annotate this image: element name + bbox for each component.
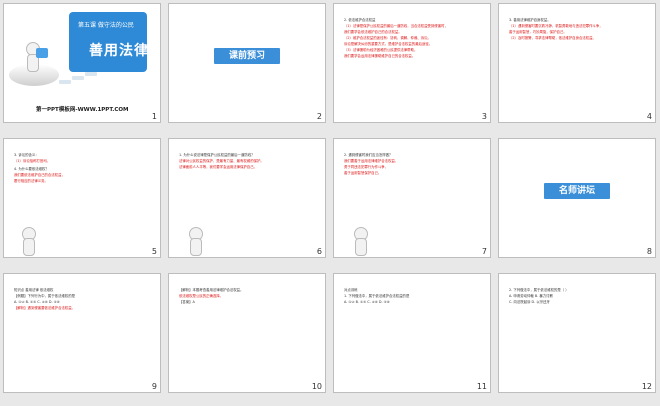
slide-number: 6 xyxy=(316,247,322,256)
cover-title: 善用法律 xyxy=(89,43,149,59)
step-decoration xyxy=(85,72,97,76)
slide-number: 5 xyxy=(151,247,157,256)
slide-text-line: 诉讼是解决纠纷的重要方式，是维护合法权益的最后途径。 xyxy=(344,42,433,46)
slide-text-line: 2. 依法维护合法权益 xyxy=(344,18,376,22)
slide-text-line: 2. 下列做法中，属于依法维权的是（ ） xyxy=(509,288,569,292)
figure-body-decoration xyxy=(23,238,35,256)
slide-text-line: 我们要学会运用法律援助维护自己的合法权益。 xyxy=(344,54,416,58)
slide-text-line: 4. 为什么要依法维权？ xyxy=(14,167,49,171)
slide-text-line: 【解析】本题考查善用法律维护合法权益。 xyxy=(179,288,244,292)
slide-number: 7 xyxy=(481,247,487,256)
slide-text-line: 我们要依法维护自己的合法权益， xyxy=(14,173,65,177)
slide-text-line: 我们要学会依法维护自己的合法权益。 xyxy=(344,30,402,34)
slide-text-line: 1. 为什么说法律是保护公民权益的最后一道防线？ xyxy=(179,153,255,157)
slide-text-line: 3. 善用法律维护自身权益。 xyxy=(509,18,551,22)
slide-number: 10 xyxy=(311,382,322,391)
slide-thumbnail-11[interactable]: 对点训练 1. 下列做法中，属于依法维护合法权益的是 A. ①② B. ①③ C… xyxy=(333,273,491,393)
slide-text-line: A. ①② B. ①③ C. ②④ D. ③④ xyxy=(344,300,390,304)
slide-thumbnail-4[interactable]: 3. 善用法律维护自身权益。 （1）遇到侵害时要沉着冷静，机智勇敢地与违法犯罪作… xyxy=(498,3,656,123)
slide-thumbnail-8[interactable]: 名师讲坛 8 xyxy=(498,138,656,258)
slide-thumbnail-3[interactable]: 2. 依法维护合法权益 （1）法律是保护公民权益的最后一道防线，当合法权益受到侵… xyxy=(333,3,491,123)
slide-text-line: 2. 遇到侵害时我们应当怎样做？ xyxy=(344,153,393,157)
slide-number: 2 xyxy=(316,112,322,121)
slide-number: 11 xyxy=(476,382,487,391)
slide-text-line: （2）及时报警，寻求法律帮助，依法维护自身合法权益。 xyxy=(509,36,596,40)
cover-site-text: 第一PPT模板网-WWW.1PPT.COM xyxy=(36,107,129,113)
slide-text-line: （1）诉讼俗称打官司。 xyxy=(14,159,51,163)
slide-text-line: 法律对公民权益的保护，是最有力量、最有权威的保护。 xyxy=(179,159,264,163)
slide-text-line: （2）维护合法权益的途径有：协商、调解、仲裁、诉讼。 xyxy=(344,36,431,40)
slide-text-line: 3. 诉讼的含义： xyxy=(14,153,39,157)
slide-number: 9 xyxy=(151,382,157,391)
slide-thumbnail-7[interactable]: 2. 遇到侵害时我们应当怎样做？ 我们要善于运用法律维护合法权益， 勇于同违法犯… xyxy=(333,138,491,258)
cover-lesson-label: 第五课 做守法的公民 xyxy=(78,22,134,29)
slide-text-line: 履行相应的法律义务。 xyxy=(14,179,48,183)
slide-number: 3 xyxy=(481,112,487,121)
section-title-button: 课前预习 xyxy=(214,48,280,64)
slide-text-line: 1. 下列做法中，属于依法维护合法权益的是 xyxy=(344,294,410,298)
slide-thumbnail-12[interactable]: 2. 下列做法中，属于依法维权的是（ ） A. 申请劳动仲裁 B. 暴力讨薪 C… xyxy=(498,273,656,393)
slide-text-line: 知识点 善用法律 依法维权 xyxy=(14,288,54,292)
slide-text-line: A. ①② B. ①③ C. ②④ D. ③④ xyxy=(14,300,60,304)
puzzle-piece-icon xyxy=(36,48,48,58)
slide-thumbnail-9[interactable]: 知识点 善用法律 依法维权 【例题】下列行为中，属于依法维权的是 A. ①② B… xyxy=(3,273,161,393)
slide-number: 12 xyxy=(641,382,652,391)
slide-number: 4 xyxy=(646,112,652,121)
slide-thumbnail-2[interactable]: 课前预习 2 xyxy=(168,3,326,123)
step-decoration xyxy=(72,76,84,80)
slide-thumbnail-10[interactable]: 【解析】本题考查善用法律维护合法权益。 依法维权是公民的正确选择。 【答案】A … xyxy=(168,273,326,393)
slide-text-line: 对点训练 xyxy=(344,288,358,292)
slide-text-line: C. 向法院起诉 D. 以牙还牙 xyxy=(509,300,550,304)
slide-thumbnail-1[interactable]: 第五课 做守法的公民 善用法律 第一PPT模板网-WWW.1PPT.COM 1 xyxy=(3,3,161,123)
slide-text-line: 善于运用智慧保护自己。 xyxy=(344,171,382,175)
slide-text-line: 【例题】下列行为中，属于依法维权的是 xyxy=(14,294,76,298)
figure-body-decoration xyxy=(190,238,202,256)
step-decoration xyxy=(59,80,71,84)
slide-text-line: 勇于同违法犯罪行为作斗争， xyxy=(344,165,389,169)
slide-text-line: 善于运用智慧，巧妙周旋，保护自己。 xyxy=(509,30,567,34)
slide-number: 1 xyxy=(151,112,157,121)
slide-thumbnail-5[interactable]: 3. 诉讼的含义： （1）诉讼俗称打官司。 4. 为什么要依法维权？ 我们要依法… xyxy=(3,138,161,258)
slide-text-line: 法律面前人人平等，我们要学会运用法律保护自己。 xyxy=(179,165,257,169)
slide-text-line: （3）法律援助为经济困难的公民提供法律帮助。 xyxy=(344,48,418,52)
slide-number: 8 xyxy=(646,247,652,256)
slide-text-line: A. 申请劳动仲裁 B. 暴力讨薪 xyxy=(509,294,553,298)
slide-text-line: （1）法律是保护公民权益的最后一道防线，当合法权益受到侵害时， xyxy=(344,24,448,28)
slide-text-line: （1）遇到侵害时要沉着冷静，机智勇敢地与违法犯罪作斗争， xyxy=(509,24,603,28)
figure-body-decoration xyxy=(355,238,367,256)
slide-thumbnail-6[interactable]: 1. 为什么说法律是保护公民权益的最后一道防线？ 法律对公民权益的保护，是最有力… xyxy=(168,138,326,258)
slide-text-line: 【答案】A xyxy=(179,300,195,304)
slide-text-line: 【解析】遇到侵害要依法维护合法权益。 xyxy=(14,306,76,310)
slide-text-line: 我们要善于运用法律维护合法权益， xyxy=(344,159,399,163)
slide-text-line: 依法维权是公民的正确选择。 xyxy=(179,294,224,298)
slide-sorter-grid: 第五课 做守法的公民 善用法律 第一PPT模板网-WWW.1PPT.COM 1 … xyxy=(0,0,660,406)
section-title-button: 名师讲坛 xyxy=(544,183,610,199)
